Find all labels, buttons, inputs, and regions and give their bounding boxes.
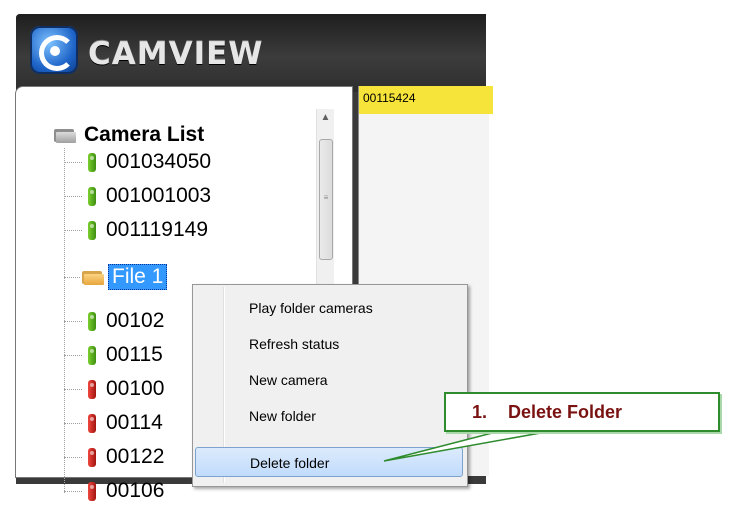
callout-box: 1. Delete Folder xyxy=(444,392,720,432)
callout-text: Delete Folder xyxy=(508,402,623,422)
callout-number: 1. xyxy=(472,402,488,422)
